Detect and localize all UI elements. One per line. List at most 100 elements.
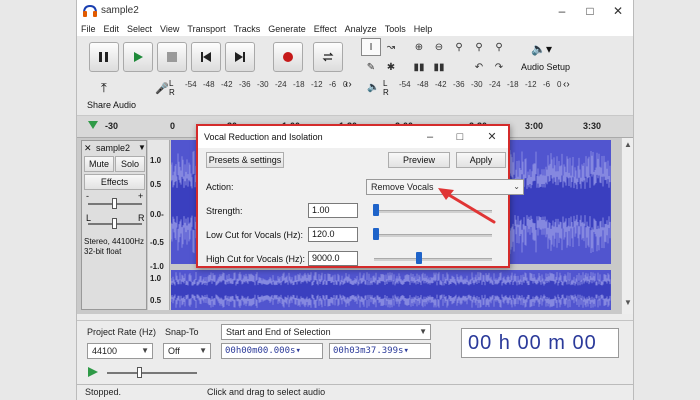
presets-settings-button[interactable]: Presets & settings bbox=[206, 152, 284, 168]
selection-tool-button[interactable]: I bbox=[361, 38, 381, 56]
snap-to-select[interactable]: Off ▼ bbox=[163, 343, 211, 359]
effects-button[interactable]: Effects bbox=[84, 174, 145, 190]
menu-effect[interactable]: Effect bbox=[314, 22, 337, 36]
strength-slider-thumb[interactable] bbox=[373, 204, 380, 216]
draw-tool-button[interactable]: ✎ bbox=[361, 58, 381, 76]
multi-tool-button[interactable]: ✱ bbox=[381, 58, 401, 76]
zoom-in-button[interactable]: ⊕ bbox=[409, 38, 429, 56]
project-rate-value: 44100 bbox=[92, 346, 118, 356]
redo-button[interactable]: ↷ bbox=[489, 58, 509, 76]
scroll-up-icon[interactable]: ▲ bbox=[624, 140, 632, 149]
mute-button[interactable]: Mute bbox=[84, 156, 114, 172]
play-at-speed-button[interactable] bbox=[87, 366, 99, 380]
project-rate-select[interactable]: 44100 ▼ bbox=[87, 343, 153, 359]
selection-mode-select[interactable]: Start and End of Selection ▼ bbox=[221, 324, 431, 340]
audio-position-display[interactable]: 00 h 00 m 00 s▾ bbox=[461, 328, 619, 382]
strength-input[interactable]: 1.00 bbox=[308, 203, 358, 218]
menu-view[interactable]: View bbox=[160, 22, 179, 36]
trim-audio-button[interactable]: ▮▮ bbox=[409, 58, 429, 76]
fit-selection-button[interactable]: ⚲ bbox=[449, 38, 469, 56]
low-cut-input[interactable]: 120.0 bbox=[308, 227, 358, 242]
dialog-minimize-button[interactable]: – bbox=[420, 129, 440, 145]
chevron-down-icon: ▾ bbox=[403, 346, 409, 356]
pause-button[interactable] bbox=[89, 42, 119, 72]
track-menu-icon[interactable]: ▼ bbox=[138, 143, 146, 152]
asterisk-icon: ✱ bbox=[386, 61, 396, 73]
window-title: sample2 bbox=[101, 5, 139, 16]
zoom-out-icon: ⊖ bbox=[434, 41, 444, 53]
zoom-toggle-icon: ⚲ bbox=[495, 41, 503, 53]
rec-meter-handle-icon[interactable]: ‹› bbox=[345, 79, 352, 90]
play-meter-handle-icon[interactable]: ‹› bbox=[563, 79, 570, 90]
audio-setup-button[interactable]: 🔈▾ Audio Setup bbox=[517, 42, 573, 76]
selection-cursor-icon: I bbox=[369, 41, 373, 53]
skip-to-end-button[interactable] bbox=[225, 42, 255, 72]
redo-icon: ↷ bbox=[494, 61, 504, 73]
share-audio-button[interactable]: ⤒ Share Audio bbox=[83, 80, 137, 114]
menu-tools[interactable]: Tools bbox=[385, 22, 406, 36]
gain-slider-thumb[interactable] bbox=[112, 198, 117, 209]
vertical-scrollbar[interactable]: ▲ ▼ bbox=[621, 138, 633, 314]
track-name[interactable]: sample2 bbox=[96, 143, 130, 153]
record-icon bbox=[283, 52, 293, 62]
maximize-button[interactable]: □ bbox=[577, 2, 603, 20]
zoom-toggle-button[interactable]: ⚲ bbox=[489, 38, 509, 56]
play-tick: -12 bbox=[525, 80, 537, 89]
menu-bar: File Edit Select View Transport Tracks Generat… bbox=[77, 22, 633, 36]
pan-right-label: R bbox=[138, 213, 145, 223]
status-state: Stopped. bbox=[85, 387, 122, 397]
menu-help[interactable]: Help bbox=[414, 22, 433, 36]
selection-mode-value: Start and End of Selection bbox=[226, 327, 331, 337]
fit-project-button[interactable]: ⚲ bbox=[469, 38, 489, 56]
play-head-icon[interactable] bbox=[87, 119, 99, 133]
record-button[interactable] bbox=[273, 42, 303, 72]
chevron-down-icon: ▼ bbox=[419, 327, 427, 336]
apply-button[interactable]: Apply bbox=[456, 152, 506, 168]
dialog-close-button[interactable]: ✕ bbox=[482, 129, 502, 145]
play-button[interactable] bbox=[123, 42, 153, 72]
low-cut-slider[interactable] bbox=[374, 234, 492, 237]
high-cut-slider-thumb[interactable] bbox=[415, 252, 422, 264]
chevron-down-icon: ▼ bbox=[141, 346, 149, 355]
envelope-icon: ↝ bbox=[386, 41, 396, 53]
playback-meter[interactable]: -54 -48 -42 -36 -30 -24 -18 -12 -6 0 bbox=[391, 80, 571, 94]
recording-meter[interactable]: -54 -48 -42 -36 -30 -24 -18 -12 -6 0 bbox=[177, 80, 357, 94]
stop-button[interactable] bbox=[157, 42, 187, 72]
skip-to-start-button[interactable] bbox=[191, 42, 221, 72]
gain-minus-label: - bbox=[86, 191, 89, 201]
dialog-maximize-button[interactable]: □ bbox=[450, 129, 470, 145]
play-tick: -48 bbox=[417, 80, 429, 89]
zoom-out-button[interactable]: ⊖ bbox=[429, 38, 449, 56]
solo-button[interactable]: Solo bbox=[115, 156, 145, 172]
loop-button[interactable] bbox=[313, 42, 343, 72]
play-icon bbox=[134, 52, 143, 62]
menu-transport[interactable]: Transport bbox=[187, 22, 225, 36]
close-button[interactable]: ✕ bbox=[605, 2, 631, 20]
playback-speed-slider[interactable] bbox=[107, 372, 197, 374]
playback-speed-thumb[interactable] bbox=[137, 367, 142, 378]
selection-start-time[interactable]: 00h00m00.000s▾ bbox=[221, 343, 323, 359]
minimize-button[interactable]: – bbox=[549, 2, 575, 20]
high-cut-slider[interactable] bbox=[374, 258, 492, 261]
selection-end-time[interactable]: 00h03m37.399s▾ bbox=[329, 343, 431, 359]
audio-setup-label: Audio Setup bbox=[521, 62, 571, 72]
high-cut-value: 9000.0 bbox=[312, 253, 340, 263]
scroll-down-icon[interactable]: ▼ bbox=[624, 298, 632, 307]
high-cut-input[interactable]: 9000.0 bbox=[308, 251, 358, 266]
pan-slider-thumb[interactable] bbox=[112, 218, 117, 229]
menu-file[interactable]: File bbox=[81, 22, 96, 36]
silence-audio-button[interactable]: ▮▮ bbox=[429, 58, 449, 76]
preview-button[interactable]: Preview bbox=[388, 152, 450, 168]
undo-button[interactable]: ↶ bbox=[469, 58, 489, 76]
menu-edit[interactable]: Edit bbox=[104, 22, 120, 36]
envelope-tool-button[interactable]: ↝ bbox=[381, 38, 401, 56]
low-cut-slider-thumb[interactable] bbox=[373, 228, 380, 240]
strength-value: 1.00 bbox=[312, 205, 330, 215]
menu-generate[interactable]: Generate bbox=[268, 22, 306, 36]
menu-select[interactable]: Select bbox=[127, 22, 152, 36]
share-audio-label: Share Audio bbox=[87, 100, 137, 110]
gain-plus-label: + bbox=[138, 191, 144, 201]
menu-analyze[interactable]: Analyze bbox=[345, 22, 377, 36]
track-close-icon[interactable]: ✕ bbox=[84, 143, 92, 154]
menu-tracks[interactable]: Tracks bbox=[234, 22, 261, 36]
